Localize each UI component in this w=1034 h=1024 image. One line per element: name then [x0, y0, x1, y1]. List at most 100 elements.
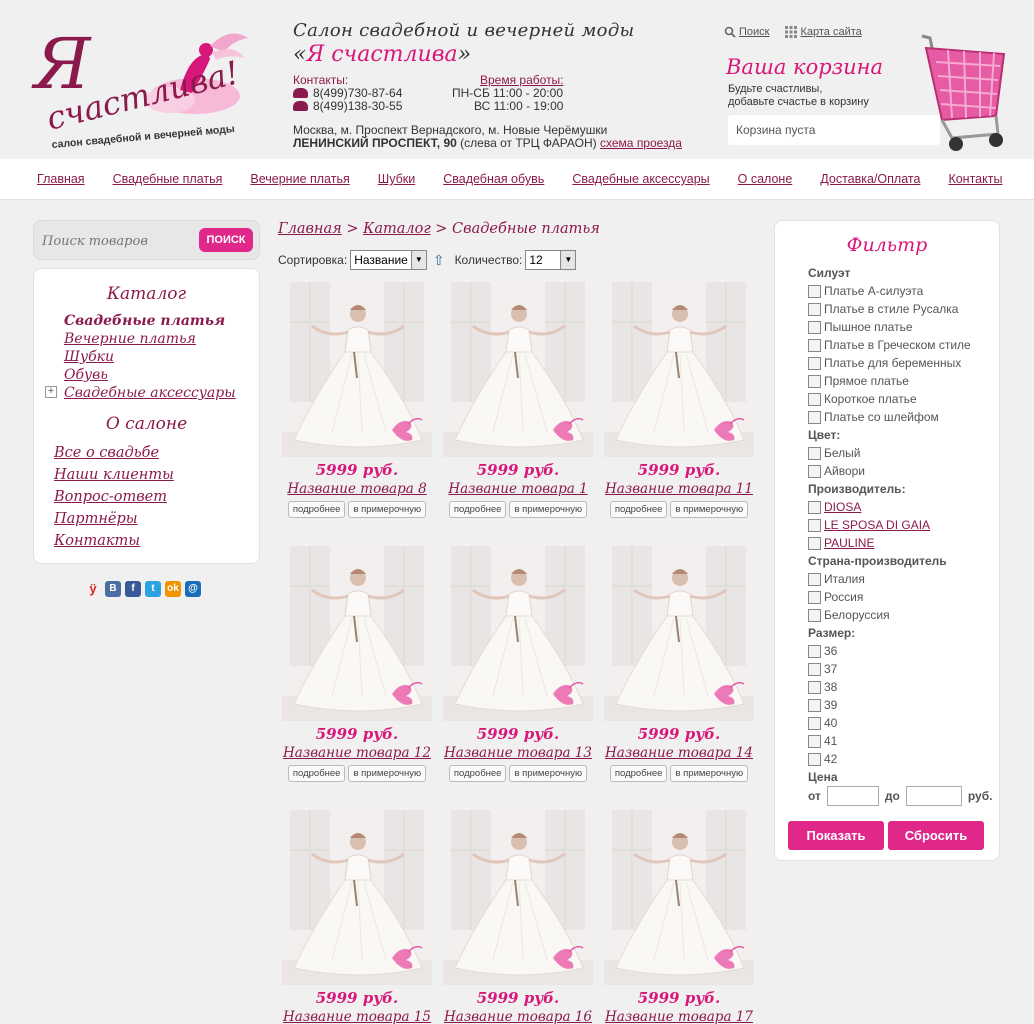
filter-maker-option[interactable]: PAULINE: [808, 536, 874, 550]
nav-delivery[interactable]: Доставка/Оплата: [820, 172, 920, 186]
product-name[interactable]: Название товара 16: [440, 1009, 596, 1024]
filter-size-option[interactable]: 39: [808, 698, 837, 712]
details-button[interactable]: подробнее: [448, 765, 507, 782]
checkbox[interactable]: [808, 410, 821, 424]
sort-direction-icon[interactable]: ⇧: [433, 252, 445, 269]
breadcrumb-catalog[interactable]: Каталог: [363, 221, 431, 237]
details-button[interactable]: подробнее: [448, 501, 507, 518]
details-button[interactable]: подробнее: [287, 501, 346, 518]
filter-size-option[interactable]: 42: [808, 752, 837, 766]
product-name[interactable]: Название товара 13: [440, 745, 596, 761]
shopping-cart-icon[interactable]: [912, 28, 1012, 158]
product-photo[interactable]: [282, 810, 432, 985]
filter-size-option[interactable]: 40: [808, 716, 837, 730]
facebook-icon[interactable]: f: [125, 581, 141, 597]
product-name[interactable]: Название товара 12: [279, 745, 435, 761]
nav-wedding-dresses[interactable]: Свадебные платья: [113, 172, 223, 186]
filter-size-option[interactable]: 36: [808, 644, 837, 658]
product-photo[interactable]: [443, 282, 593, 457]
filter-silhouette-option[interactable]: Платье со шлейфом: [808, 410, 939, 424]
catalog-item-evening-dresses[interactable]: Вечерние платья: [64, 330, 236, 348]
checkbox[interactable]: [808, 302, 821, 316]
count-select[interactable]: 12 ▼: [525, 250, 577, 270]
filter-size-option[interactable]: 41: [808, 734, 837, 748]
checkbox[interactable]: [808, 284, 821, 298]
filter-silhouette-option[interactable]: Прямое платье: [808, 374, 909, 388]
checkbox[interactable]: [808, 734, 821, 748]
checkbox[interactable]: [808, 536, 821, 550]
filter-country-option[interactable]: Россия: [808, 590, 863, 604]
nav-wedding-shoes[interactable]: Свадебная обувь: [443, 172, 544, 186]
checkbox[interactable]: [808, 518, 821, 532]
sort-select[interactable]: Название ▼: [350, 250, 427, 270]
filter-silhouette-option[interactable]: Платье А-силуэта: [808, 284, 923, 298]
product-photo[interactable]: [282, 546, 432, 721]
search-button[interactable]: ПОИСК: [199, 228, 253, 252]
sitemap-link[interactable]: Карта сайта: [785, 26, 862, 39]
twitter-icon[interactable]: t: [145, 581, 161, 597]
checkbox[interactable]: [808, 680, 821, 694]
filter-size-option[interactable]: 38: [808, 680, 837, 694]
price-from-input[interactable]: [826, 786, 879, 806]
expand-plus-icon[interactable]: +: [45, 386, 57, 398]
about-item-wedding-info[interactable]: Все о свадьбе: [54, 442, 174, 464]
checkbox[interactable]: [808, 752, 821, 766]
filter-silhouette-option[interactable]: Пышное платье: [808, 320, 913, 334]
logo[interactable]: Я счастлива! салон свадебной и вечерней …: [30, 18, 260, 153]
filter-color-option[interactable]: Айвори: [808, 464, 865, 478]
checkbox[interactable]: [808, 662, 821, 676]
add-to-fitting-button[interactable]: в примерочную: [348, 765, 427, 782]
filter-size-option[interactable]: 37: [808, 662, 837, 676]
product-photo[interactable]: [443, 810, 593, 985]
product-photo[interactable]: [443, 546, 593, 721]
yandex-icon[interactable]: ÿ: [85, 581, 101, 597]
about-item-partners[interactable]: Партнёры: [54, 508, 174, 530]
catalog-item-wedding-dresses[interactable]: Свадебные платья: [64, 312, 236, 330]
product-photo[interactable]: [604, 282, 754, 457]
add-to-fitting-button[interactable]: в примерочную: [348, 501, 427, 518]
filter-color-option[interactable]: Белый: [808, 446, 860, 460]
checkbox[interactable]: [808, 644, 821, 658]
nav-fur-coats[interactable]: Шубки: [378, 172, 415, 186]
about-item-clients[interactable]: Наши клиенты: [54, 464, 174, 486]
add-to-fitting-button[interactable]: в примерочную: [670, 501, 749, 518]
filter-maker-option[interactable]: LE SPOSA DI GAIA: [808, 518, 930, 532]
product-photo[interactable]: [604, 546, 754, 721]
product-name[interactable]: Название товара 1: [440, 481, 596, 497]
odnoklassniki-icon[interactable]: ok: [165, 581, 181, 597]
product-name[interactable]: Название товара 14: [601, 745, 757, 761]
nav-wedding-accessories[interactable]: Свадебные аксессуары: [572, 172, 709, 186]
catalog-item-fur-coats[interactable]: Шубки: [64, 348, 236, 366]
about-item-contacts[interactable]: Контакты: [54, 530, 174, 552]
add-to-fitting-button[interactable]: в примерочную: [509, 501, 588, 518]
about-item-faq[interactable]: Вопрос-ответ: [54, 486, 174, 508]
checkbox[interactable]: [808, 500, 821, 514]
filter-show-button[interactable]: Показать: [788, 821, 884, 850]
details-button[interactable]: подробнее: [609, 765, 668, 782]
add-to-fitting-button[interactable]: в примерочную: [670, 765, 749, 782]
product-photo[interactable]: [604, 810, 754, 985]
catalog-item-shoes[interactable]: Обувь: [64, 366, 236, 384]
checkbox[interactable]: [808, 572, 821, 586]
filter-country-option[interactable]: Белоруссия: [808, 608, 890, 622]
checkbox[interactable]: [808, 446, 821, 460]
product-photo[interactable]: [282, 282, 432, 457]
product-name[interactable]: Название товара 8: [279, 481, 435, 497]
checkbox[interactable]: [808, 338, 821, 352]
nav-contacts[interactable]: Контакты: [948, 172, 1002, 186]
checkbox[interactable]: [808, 464, 821, 478]
catalog-item-accessories[interactable]: Свадебные аксессуары: [64, 384, 236, 402]
nav-evening-dresses[interactable]: Вечерние платья: [250, 172, 349, 186]
cart-status[interactable]: Корзина пуста: [728, 115, 940, 145]
search-link[interactable]: Поиск: [724, 26, 769, 38]
filter-reset-button[interactable]: Сбросить: [888, 821, 984, 850]
checkbox[interactable]: [808, 374, 821, 388]
checkbox[interactable]: [808, 590, 821, 604]
add-to-fitting-button[interactable]: в примерочную: [509, 765, 588, 782]
checkbox[interactable]: [808, 356, 821, 370]
product-name[interactable]: Название товара 15: [279, 1009, 435, 1024]
vk-icon[interactable]: B: [105, 581, 121, 597]
checkbox[interactable]: [808, 698, 821, 712]
filter-maker-option[interactable]: DIOSA: [808, 500, 861, 514]
details-button[interactable]: подробнее: [287, 765, 346, 782]
